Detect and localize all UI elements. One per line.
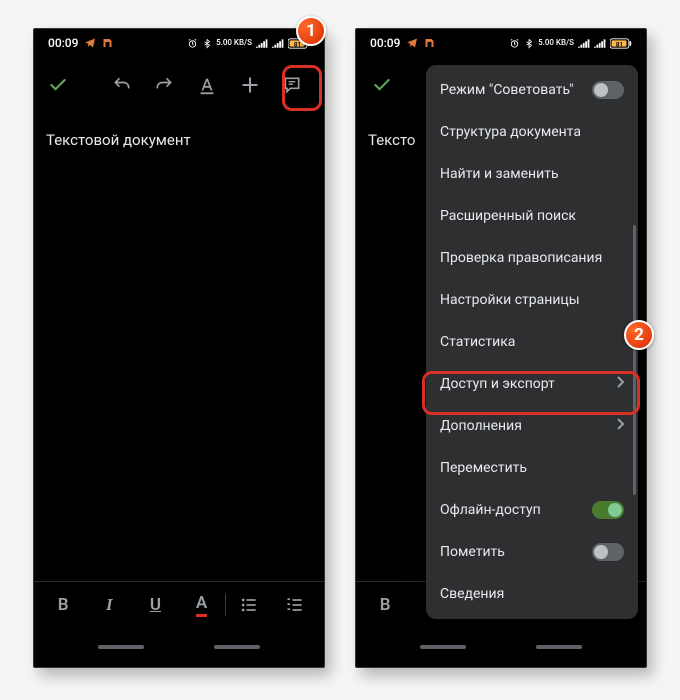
menu-item-label: Структура документа: [440, 124, 581, 140]
nav-bar: [356, 627, 646, 667]
menu-item-label: Статистика: [440, 334, 515, 350]
menu-item-label: Режим "Советовать": [440, 82, 574, 98]
accept-button[interactable]: [48, 73, 68, 97]
menu-item-suggest-mode[interactable]: Режим "Советовать": [426, 69, 638, 111]
signal-icon-2: [272, 38, 284, 48]
toggle-suggest-mode[interactable]: [592, 81, 624, 99]
chevron-right-icon: [616, 376, 624, 392]
telegram-icon: [406, 37, 418, 49]
phone-screenshot-1: 00:09 5.00 KB/S 81: [33, 28, 325, 668]
nav-handle-left: [98, 645, 144, 649]
comment-button[interactable]: [282, 73, 302, 97]
accept-button[interactable]: [370, 73, 394, 97]
callout-badge-2: 2: [624, 320, 654, 350]
alarm-icon: [187, 38, 198, 49]
menu-item-label: Найти и заменить: [440, 166, 559, 182]
menu-item-label: Переместить: [440, 460, 527, 476]
alarm-icon: [509, 38, 520, 49]
menu-item-find-replace[interactable]: Найти и заменить: [426, 153, 638, 195]
mi-icon: [424, 37, 436, 49]
svg-text:81: 81: [616, 40, 623, 48]
nav-handle-left: [420, 645, 466, 649]
battery-icon: 81: [610, 38, 632, 49]
phone-screenshot-2: 00:09 5.00 KB/S 81 Тексто: [355, 28, 647, 668]
menu-scrollbar[interactable]: [633, 225, 636, 495]
bulleted-list-button[interactable]: [226, 595, 272, 615]
more-menu-button[interactable]: [324, 73, 325, 97]
menu-item-share-export[interactable]: Доступ и экспорт: [426, 363, 638, 405]
menu-item-flag[interactable]: Пометить: [426, 531, 638, 573]
redo-button[interactable]: [154, 73, 174, 97]
status-net-speed: 5.00 KB/S: [538, 39, 574, 47]
nav-handle-right: [536, 645, 582, 649]
text-format-button[interactable]: [196, 73, 218, 97]
menu-item-label: Дополнения: [440, 418, 522, 434]
status-bar: 00:09 5.00 KB/S 81: [356, 29, 646, 57]
status-net-speed: 5.00 KB/S: [216, 39, 252, 47]
status-bar: 00:09 5.00 KB/S 81: [34, 29, 324, 57]
menu-item-label: Проверка правописания: [440, 250, 602, 266]
bluetooth-icon: [202, 38, 212, 49]
menu-item-label: Сведения: [440, 586, 504, 602]
menu-item-page-setup[interactable]: Настройки страницы: [426, 279, 638, 321]
format-bottom-bar: B I U A: [34, 581, 324, 667]
bold-button[interactable]: B: [362, 595, 408, 615]
telegram-icon: [84, 37, 96, 49]
overflow-menu: Режим "Советовать" Структура документа Н…: [426, 65, 638, 619]
editor-toolbar: [34, 57, 324, 113]
menu-item-addons[interactable]: Дополнения: [426, 405, 638, 447]
menu-item-label: Доступ и экспорт: [440, 376, 555, 392]
document-body[interactable]: Текстовой документ: [34, 113, 324, 581]
document-text: Текстовой документ: [46, 131, 191, 149]
document-text-truncated: Тексто: [368, 131, 415, 149]
menu-item-advanced-search[interactable]: Расширенный поиск: [426, 195, 638, 237]
italic-button[interactable]: I: [86, 595, 132, 615]
status-time: 00:09: [48, 36, 78, 50]
menu-item-label: Пометить: [440, 544, 505, 560]
mi-icon: [102, 37, 114, 49]
menu-item-move[interactable]: Переместить: [426, 447, 638, 489]
bluetooth-icon: [524, 38, 534, 49]
menu-item-label: Настройки страницы: [440, 292, 580, 308]
menu-item-label: Офлайн-доступ: [440, 502, 541, 518]
signal-icon-1: [256, 38, 268, 48]
menu-item-offline[interactable]: Офлайн-доступ: [426, 489, 638, 531]
menu-item-statistics[interactable]: Статистика: [426, 321, 638, 363]
toggle-offline[interactable]: [592, 501, 624, 519]
insert-button[interactable]: [240, 73, 260, 97]
numbered-list-button[interactable]: [272, 595, 318, 615]
callout-badge-1: 1: [296, 16, 326, 46]
menu-item-spellcheck[interactable]: Проверка правописания: [426, 237, 638, 279]
undo-button[interactable]: [112, 73, 132, 97]
signal-icon-2: [594, 38, 606, 48]
toggle-flag[interactable]: [592, 543, 624, 561]
chevron-right-icon: [616, 418, 624, 434]
text-color-button[interactable]: A: [179, 593, 225, 617]
signal-icon-1: [578, 38, 590, 48]
bold-button[interactable]: B: [40, 595, 86, 615]
nav-bar: [34, 627, 324, 667]
nav-handle-right: [214, 645, 260, 649]
status-time: 00:09: [370, 36, 400, 50]
menu-item-document-outline[interactable]: Структура документа: [426, 111, 638, 153]
menu-item-label: Расширенный поиск: [440, 208, 576, 224]
underline-button[interactable]: U: [132, 595, 178, 615]
menu-item-details[interactable]: Сведения: [426, 573, 638, 615]
